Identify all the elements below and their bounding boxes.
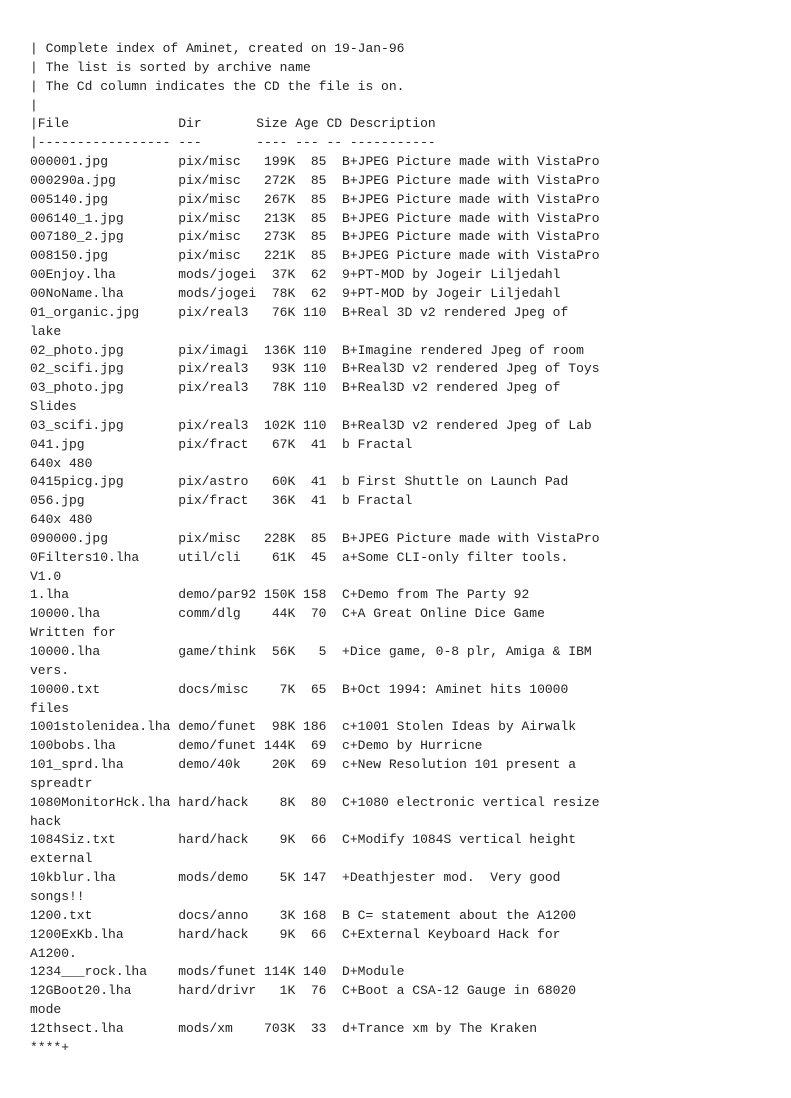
file-listing: | Complete index of Aminet, created on 1… (30, 40, 761, 1058)
